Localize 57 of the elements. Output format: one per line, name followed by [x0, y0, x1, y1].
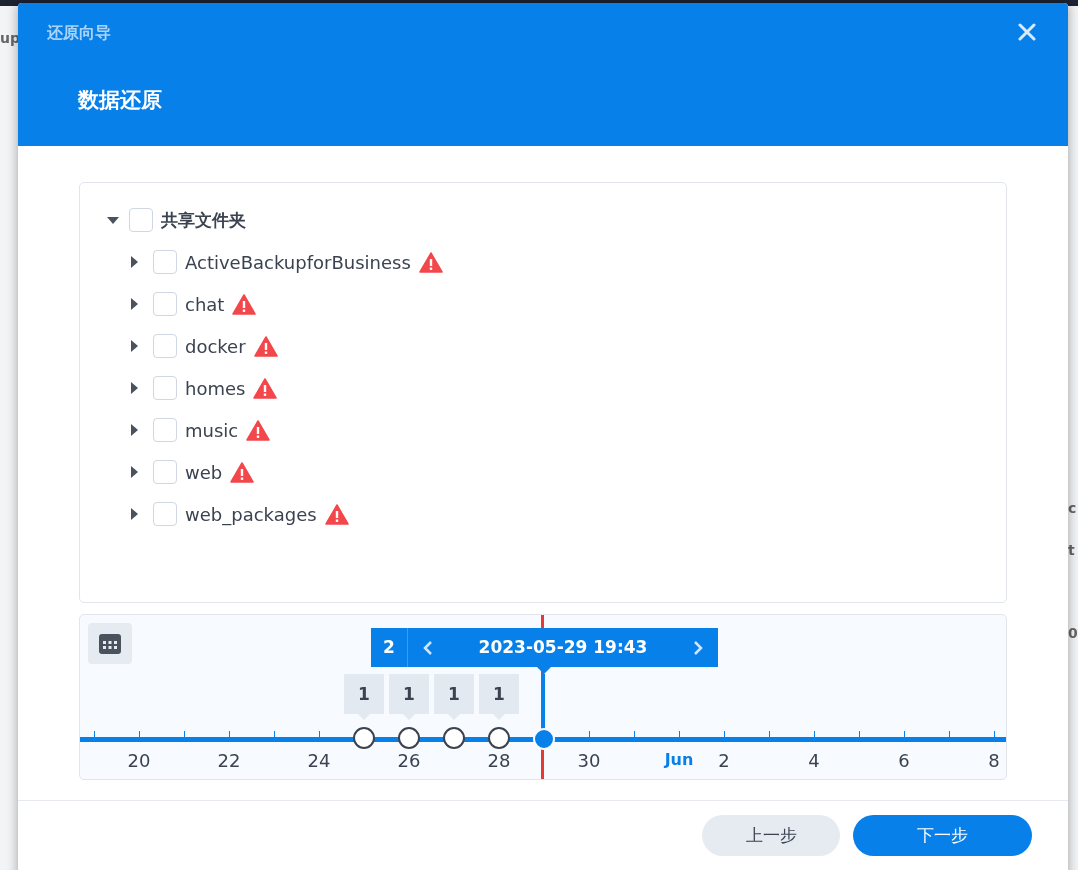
- tree-item-label: web: [185, 461, 223, 483]
- checkbox[interactable]: [153, 460, 177, 484]
- checkbox[interactable]: [153, 292, 177, 316]
- axis-label: Jun: [664, 750, 694, 769]
- previous-step-button[interactable]: 上一步: [702, 815, 840, 856]
- snapshot-point[interactable]: [443, 727, 465, 749]
- snapshot-point[interactable]: [488, 727, 510, 749]
- axis-label: 2: [718, 750, 730, 771]
- axis-label: 4: [808, 750, 820, 771]
- snapshot-time: 2023-05-29 19:43: [477, 636, 649, 659]
- snapshot-point[interactable]: [398, 727, 420, 749]
- caret-right-icon[interactable]: [131, 382, 138, 394]
- tree-item-label: docker: [185, 335, 246, 357]
- tree-item-label: homes: [185, 377, 246, 399]
- snapshot-point[interactable]: [353, 727, 375, 749]
- background-text: t: [1068, 541, 1076, 560]
- snapshot-count-badge: 1: [389, 674, 429, 720]
- calendar-button[interactable]: [88, 623, 132, 664]
- caret-right-icon[interactable]: [131, 256, 138, 268]
- tree-item-label: ActiveBackupforBusiness: [185, 251, 411, 273]
- dialog-heading: 数据还原: [78, 87, 162, 114]
- axis-label: 24: [307, 750, 331, 771]
- caret-right-icon[interactable]: [131, 466, 138, 478]
- tree-item-label: web_packages: [185, 503, 317, 525]
- caret-right-icon[interactable]: [131, 298, 138, 310]
- checkbox[interactable]: [153, 376, 177, 400]
- checkbox[interactable]: [129, 208, 153, 232]
- checkbox[interactable]: [153, 418, 177, 442]
- caret-right-icon[interactable]: [131, 508, 138, 520]
- axis-label: 26: [397, 750, 421, 771]
- axis-label: 22: [217, 750, 241, 771]
- caret-right-icon[interactable]: [131, 424, 138, 436]
- tree-item-label: chat: [185, 293, 225, 315]
- snapshot-count: 2: [371, 628, 408, 667]
- chevron-left-icon: [423, 639, 433, 656]
- checkbox[interactable]: [153, 250, 177, 274]
- window-title: 还原向导: [47, 23, 111, 44]
- next-step-button[interactable]: 下一步: [853, 815, 1032, 856]
- background-text: 0: [1068, 624, 1078, 643]
- checkbox[interactable]: [153, 502, 177, 526]
- axis-label: 8: [988, 750, 1000, 771]
- caret-down-icon[interactable]: [107, 216, 119, 224]
- axis-label: 6: [898, 750, 910, 771]
- chevron-right-icon: [693, 639, 703, 656]
- background-text: c: [1068, 499, 1078, 518]
- axis-label: 28: [487, 750, 511, 771]
- tree-item-label: music: [185, 419, 239, 441]
- close-button[interactable]: [1016, 21, 1038, 43]
- axis-label: 30: [577, 750, 601, 771]
- calendar-icon: [99, 633, 121, 654]
- caret-right-icon[interactable]: [131, 340, 138, 352]
- snapshot-count-badge: 1: [344, 674, 384, 720]
- snapshot-count-badge: 1: [479, 674, 519, 720]
- tree-item-label: 共享文件夹: [161, 208, 246, 232]
- axis-label: 20: [127, 750, 151, 771]
- snapshot-count-badge: 1: [434, 674, 474, 720]
- checkbox[interactable]: [153, 334, 177, 358]
